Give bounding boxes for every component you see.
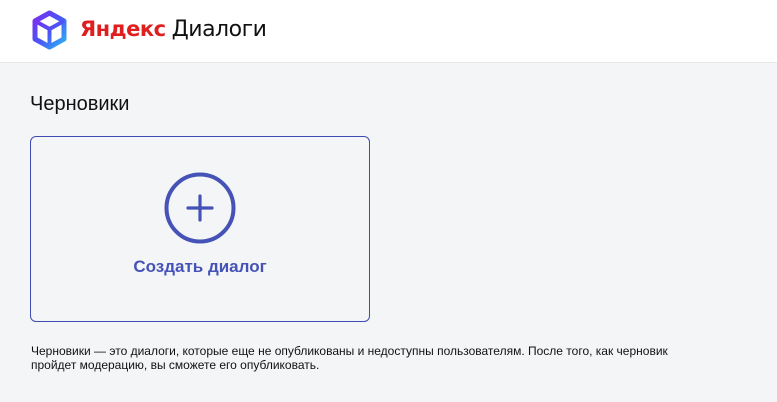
logo-link[interactable]: Яндекс Диалоги xyxy=(31,9,267,50)
page-title: Черновики xyxy=(30,93,130,115)
create-dialog-label: Создать диалог xyxy=(133,257,267,276)
yandex-dialogs-cube-icon xyxy=(32,10,67,49)
create-dialog-card[interactable]: Создать диалог xyxy=(30,136,370,322)
app-header: Яндекс Диалоги xyxy=(0,0,777,63)
brand-name: Яндекс xyxy=(80,17,166,41)
drafts-description: Черновики — это диалоги, которые еще не … xyxy=(31,344,668,372)
plus-circle-icon xyxy=(164,172,236,244)
product-name: Диалоги xyxy=(171,17,267,42)
logo-text: Яндекс Диалоги xyxy=(80,9,267,50)
main-content: Черновики Создать диалог Черновики — это… xyxy=(0,63,777,402)
